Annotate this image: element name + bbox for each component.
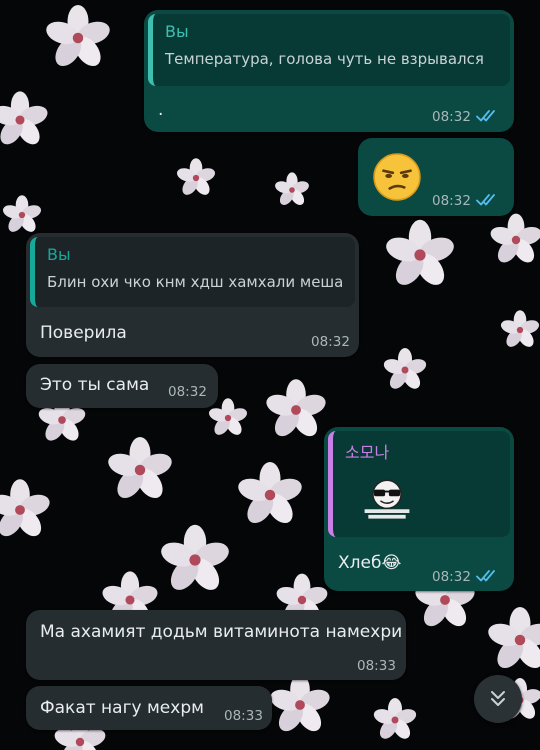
- message-bubble-incoming[interactable]: Ма ахамият додьм витаминота намехри 08:3…: [26, 610, 406, 680]
- message-text: .: [158, 100, 164, 120]
- message-time: 08:33: [357, 658, 396, 674]
- message-bubble-outgoing[interactable]: 소모나 Хлеб😂 08:32: [324, 427, 514, 591]
- message-time: 08:32: [432, 569, 471, 585]
- message-text: Хлеб😂: [338, 553, 402, 573]
- message-bubble-incoming[interactable]: Вы Блин охи чко кнм хдш хамхали меша Пов…: [26, 233, 359, 357]
- message-bubble-outgoing[interactable]: 08:32: [358, 138, 514, 216]
- sunglasses-face-sticker-icon: [364, 479, 410, 519]
- reply-quote[interactable]: Вы Температура, голова чуть не взрывался: [148, 14, 510, 86]
- quote-author: 소모나: [345, 443, 390, 462]
- quote-text: Температура, голова чуть не взрывался: [165, 50, 484, 68]
- read-ticks-icon: [476, 194, 495, 206]
- quote-author: Вы: [165, 22, 189, 41]
- read-ticks-icon: [476, 570, 495, 582]
- message-time: 08:32: [311, 334, 350, 350]
- unamused-face-icon: [373, 153, 421, 201]
- message-bubble-incoming[interactable]: Факат нагу мехрм 08:33: [26, 686, 272, 730]
- message-time: 08:32: [432, 109, 471, 125]
- message-time: 08:32: [168, 384, 207, 400]
- quote-text: Блин охи чко кнм хдш хамхали меша: [47, 273, 344, 291]
- message-text: Факат нагу мехрм: [40, 698, 204, 718]
- scroll-to-bottom-button[interactable]: [474, 675, 522, 723]
- read-ticks-icon: [476, 110, 495, 122]
- message-bubble-outgoing[interactable]: Вы Температура, голова чуть не взрывался…: [144, 10, 514, 132]
- reply-quote[interactable]: Вы Блин охи чко кнм хдш хамхали меша: [30, 237, 355, 307]
- quote-author: Вы: [47, 245, 71, 264]
- message-text: Поверила: [40, 323, 127, 343]
- message-time: 08:33: [224, 708, 263, 724]
- message-text: Ма ахамият додьм витаминота намехри: [40, 622, 403, 642]
- reply-quote[interactable]: 소모나: [328, 431, 510, 537]
- message-time: 08:32: [432, 193, 471, 209]
- double-chevron-down-icon: [491, 691, 505, 706]
- message-text: Это ты сама: [40, 375, 150, 395]
- message-bubble-incoming[interactable]: Это ты сама 08:32: [26, 364, 218, 408]
